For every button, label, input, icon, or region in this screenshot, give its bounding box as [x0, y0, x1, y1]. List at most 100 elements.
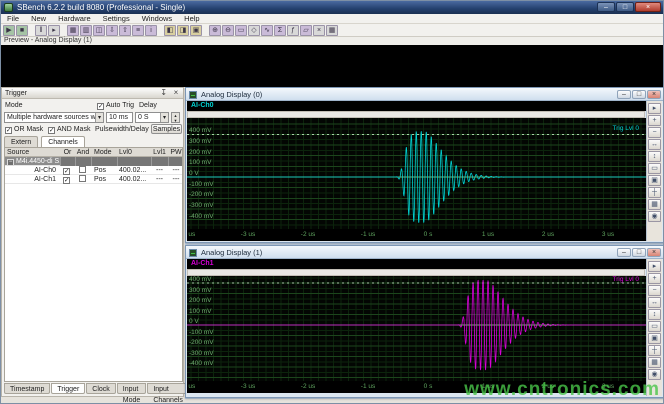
- start-acquisition-icon[interactable]: ▶: [3, 25, 15, 36]
- single-shot-icon[interactable]: ▸: [48, 25, 60, 36]
- display-window-titlebar[interactable]: Analog Display (1) – □ ×: [186, 246, 663, 259]
- tab-clock[interactable]: Clock: [86, 383, 116, 394]
- new-analog-display-icon[interactable]: ▦: [67, 25, 79, 36]
- and-mask-checkbox[interactable]: [75, 175, 91, 184]
- zoom-y-tool-icon[interactable]: ↕: [648, 151, 661, 162]
- trigger-panel-header[interactable]: Trigger ↧ ×: [2, 88, 183, 99]
- info-panel-icon[interactable]: i: [145, 25, 157, 36]
- close-button[interactable]: ×: [647, 90, 661, 99]
- menu-help[interactable]: Help: [178, 14, 205, 23]
- or-mask-checkbox[interactable]: ✓: [60, 175, 75, 184]
- grid-toggle-icon[interactable]: ▦: [648, 199, 661, 210]
- pause-acquisition-icon[interactable]: ‖: [35, 25, 47, 36]
- zoom-out-tool-icon[interactable]: −: [648, 285, 661, 296]
- zoom-out-tool-icon[interactable]: −: [648, 127, 661, 138]
- maximize-button[interactable]: □: [616, 2, 634, 12]
- trigger-channel-row[interactable]: AI-Ch0✓Pos400.02...------: [5, 166, 182, 175]
- auto-trig-timeout-field[interactable]: 10 ms: [106, 112, 133, 123]
- new-digital-display-icon[interactable]: ▥: [80, 25, 92, 36]
- snapshot-tool-icon[interactable]: ◉: [648, 211, 661, 222]
- menu-hardware[interactable]: Hardware: [52, 14, 97, 23]
- tab-timestamp[interactable]: Timestamp: [4, 383, 50, 394]
- fit-display-icon[interactable]: ▣: [648, 333, 661, 344]
- graph-area-0[interactable]: 400 mV300 mV200 mV100 mV0 V-100 mV-200 m…: [187, 118, 647, 229]
- zoom-y-tool-icon[interactable]: ↕: [648, 309, 661, 320]
- open-file-icon[interactable]: ◧: [164, 25, 176, 36]
- or-mask-checkbox[interactable]: ✓OR Mask: [5, 126, 43, 134]
- new-docu-icon[interactable]: ▱: [300, 25, 312, 36]
- dock-pin-icon[interactable]: ↧: [159, 88, 169, 98]
- close-all-displays-icon[interactable]: ×: [313, 25, 325, 36]
- tab-input-channels[interactable]: Input Channels: [147, 383, 189, 394]
- level1-cell[interactable]: ---: [151, 175, 168, 184]
- grid-toggle-icon[interactable]: ▦: [648, 357, 661, 368]
- minimize-button[interactable]: –: [597, 2, 615, 12]
- graph-area-1[interactable]: 400 mV300 mV200 mV100 mV0 V-100 mV-200 m…: [187, 276, 647, 381]
- export-signal-icon[interactable]: ⇧: [119, 25, 131, 36]
- panel-close-icon[interactable]: ×: [171, 88, 181, 98]
- column-header-and[interactable]: And: [75, 148, 91, 157]
- column-header-lvl0[interactable]: Lvl0: [117, 148, 151, 157]
- cursor-tool-icon[interactable]: ┼: [648, 345, 661, 356]
- tab-channels[interactable]: Channels: [41, 136, 85, 147]
- tab-trigger[interactable]: Trigger: [51, 383, 85, 394]
- card-settings-icon[interactable]: ≡: [132, 25, 144, 36]
- close-button[interactable]: ×: [635, 2, 661, 12]
- column-header-lvl1[interactable]: Lvl1: [151, 148, 168, 157]
- zoom-rect-tool-icon[interactable]: ▭: [648, 321, 661, 332]
- trigger-group-row[interactable]: −M4i.4450-di S...: [5, 157, 182, 166]
- title-bar[interactable]: SBench 6.2.2 build 8080 (Professional - …: [1, 1, 663, 14]
- trigger-channel-row[interactable]: AI-Ch1✓Pos400.02...------: [5, 175, 182, 184]
- zoom-fit-icon[interactable]: ▭: [235, 25, 247, 36]
- menu-file[interactable]: File: [1, 14, 25, 23]
- menu-new[interactable]: New: [25, 14, 52, 23]
- menu-windows[interactable]: Windows: [136, 14, 178, 23]
- fit-display-icon[interactable]: ▣: [648, 175, 661, 186]
- pulsewidth-cell[interactable]: ---: [168, 166, 183, 175]
- cursor-tool-icon[interactable]: ◇: [248, 25, 260, 36]
- new-multi-display-icon[interactable]: ◫: [93, 25, 105, 36]
- level0-cell[interactable]: 400.02...: [117, 175, 151, 184]
- and-mask-checkbox[interactable]: [75, 166, 91, 175]
- signal-calc-icon[interactable]: ∿: [261, 25, 273, 36]
- zoom-rect-tool-icon[interactable]: ▭: [648, 163, 661, 174]
- column-header-mode[interactable]: Mode: [91, 148, 117, 157]
- level0-cell[interactable]: 400.02...: [117, 166, 151, 175]
- zoom-out-icon[interactable]: ⊖: [222, 25, 234, 36]
- zoom-in-icon[interactable]: ⊕: [209, 25, 221, 36]
- zoom-in-tool-icon[interactable]: +: [648, 273, 661, 284]
- save-file-icon[interactable]: ◨: [177, 25, 189, 36]
- tile-windows-icon[interactable]: ▦: [326, 25, 338, 36]
- select-tool-icon[interactable]: ▸: [648, 261, 661, 272]
- zoom-x-tool-icon[interactable]: ↔: [648, 297, 661, 308]
- mode-cell[interactable]: Pos: [91, 175, 117, 184]
- trigger-source-select[interactable]: Multiple hardware sources with AND/OR▾: [4, 112, 104, 123]
- stop-acquisition-icon[interactable]: ■: [16, 25, 28, 36]
- or-mask-checkbox[interactable]: ✓: [60, 166, 75, 175]
- collapse-icon[interactable]: −: [7, 159, 14, 166]
- zoom-in-tool-icon[interactable]: +: [648, 115, 661, 126]
- auto-trig-checkbox[interactable]: ✓Auto Trig: [97, 102, 134, 110]
- delay-select[interactable]: 0 S▾: [135, 112, 169, 123]
- and-mask-checkbox[interactable]: ✓AND Mask: [48, 126, 90, 134]
- select-tool-icon[interactable]: ▸: [648, 103, 661, 114]
- pulsewidth-cell[interactable]: ---: [168, 175, 183, 184]
- column-header-pw[interactable]: PW: [168, 148, 183, 157]
- cursor-tool-icon[interactable]: ┼: [648, 187, 661, 198]
- tab-extern[interactable]: Extern: [4, 136, 38, 147]
- fft-calc-icon[interactable]: ƒ: [287, 25, 299, 36]
- close-button[interactable]: ×: [647, 248, 661, 257]
- zoom-x-tool-icon[interactable]: ↔: [648, 139, 661, 150]
- maximize-button[interactable]: □: [632, 248, 646, 257]
- sum-calc-icon[interactable]: Σ: [274, 25, 286, 36]
- column-header-source[interactable]: Source: [5, 148, 60, 157]
- maximize-button[interactable]: □: [632, 90, 646, 99]
- samples-button[interactable]: Samples: [151, 124, 182, 134]
- scroll-strip[interactable]: [187, 269, 645, 276]
- save-all-icon[interactable]: ▣: [190, 25, 202, 36]
- column-header-or[interactable]: Or: [60, 148, 75, 157]
- minimize-button[interactable]: –: [617, 90, 631, 99]
- tab-input-mode[interactable]: Input Mode: [117, 383, 147, 394]
- display-window-titlebar[interactable]: Analog Display (0) – □ ×: [186, 88, 663, 101]
- mode-cell[interactable]: Pos: [91, 166, 117, 175]
